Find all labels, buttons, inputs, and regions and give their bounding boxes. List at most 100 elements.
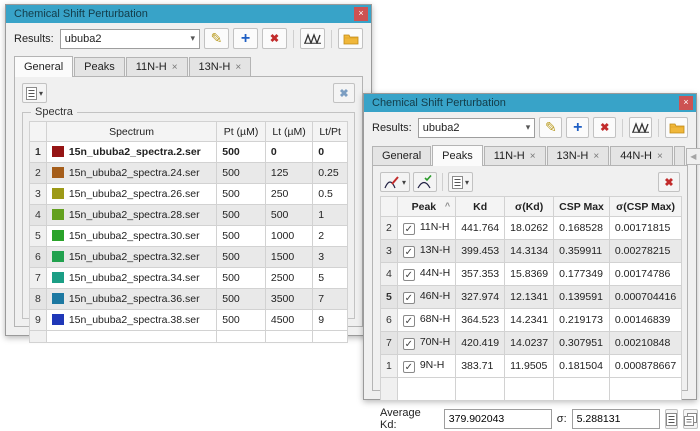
row-number[interactable]: 2 <box>30 163 47 184</box>
tab-close-icon[interactable]: × <box>657 151 663 162</box>
tab-46nh[interactable]: 46N <box>674 146 685 165</box>
cell-sigma-kd[interactable]: 15.8369 <box>505 263 554 286</box>
row-number-selected[interactable]: 5 <box>381 286 398 309</box>
table-row[interactable]: 6 15n_ububa2_spectra.32.ser 500 1500 3 <box>30 247 348 268</box>
cell-sigma-kd[interactable]: 18.0262 <box>505 217 554 240</box>
row-number-header[interactable] <box>30 122 47 142</box>
cell-spectrum[interactable]: 15n_ububa2_spectra.38.ser <box>46 310 216 331</box>
row-number-header[interactable] <box>381 197 398 217</box>
spectrum-color-swatch[interactable] <box>52 314 64 325</box>
spectrum-color-swatch[interactable] <box>52 230 64 241</box>
cell-sigma-kd[interactable]: 12.1341 <box>505 286 554 309</box>
cell-peak[interactable]: ✓46N-H <box>397 286 455 309</box>
cell-kd[interactable]: 364.523 <box>456 309 505 332</box>
table-row[interactable]: 5 15n_ububa2_spectra.30.ser 500 1000 2 <box>30 226 348 247</box>
window-close-button[interactable]: × <box>679 96 693 110</box>
cell-pt[interactable]: 500 <box>217 184 266 205</box>
chevron-down-icon[interactable]: ▾ <box>186 33 195 44</box>
chevron-down-icon[interactable]: ▾ <box>522 122 531 133</box>
tab-44nh[interactable]: 44N-H× <box>610 146 673 165</box>
cell-kd[interactable]: 420.419 <box>456 332 505 355</box>
cell-spectrum[interactable]: 15n_ububa2_spectra.28.ser <box>46 205 216 226</box>
cell-lt[interactable]: 500 <box>265 205 312 226</box>
tab-13nh[interactable]: 13N-H× <box>189 57 252 76</box>
cell-pt[interactable]: 500 <box>217 205 266 226</box>
table-row[interactable]: 3 15n_ububa2_spectra.26.ser 500 250 0.5 <box>30 184 348 205</box>
cell-spectrum[interactable]: 15n_ububa2_spectra.26.ser <box>46 184 216 205</box>
cell-pt[interactable]: 500 <box>217 142 266 163</box>
cell-kd[interactable]: 441.764 <box>456 217 505 240</box>
cell-spectrum[interactable]: 15n_ububa2_spectra.34.ser <box>46 268 216 289</box>
spectrum-color-swatch[interactable] <box>52 167 64 178</box>
row-number[interactable]: 4 <box>30 205 47 226</box>
results-combobox[interactable]: ububa2 ▾ <box>418 118 536 138</box>
cell-spectrum[interactable]: 15n_ububa2_spectra.36.ser <box>46 289 216 310</box>
cell-peak[interactable]: ✓70N-H <box>397 332 455 355</box>
window-close-button[interactable]: × <box>354 7 368 21</box>
cell-csp-max[interactable]: 0.359911 <box>554 240 610 263</box>
row-number[interactable]: 4 <box>381 263 398 286</box>
cell-pt[interactable]: 500 <box>217 226 266 247</box>
tab-scroll-left-button[interactable]: ◀ <box>686 148 700 165</box>
tab-11nh[interactable]: 11N-H× <box>126 57 188 76</box>
tab-general[interactable]: General <box>14 56 73 77</box>
row-number[interactable]: 6 <box>381 309 398 332</box>
cell-sigma-csp-max[interactable]: 0.00174786 <box>609 263 681 286</box>
cell-peak[interactable]: ✓44N-H <box>397 263 455 286</box>
cell-pt[interactable]: 500 <box>217 163 266 184</box>
cell-lt[interactable]: 0 <box>265 142 312 163</box>
cell-ltpt[interactable]: 9 <box>313 310 348 331</box>
list-options-button[interactable]: ▾ <box>448 172 473 192</box>
table-row[interactable]: 8 15n_ububa2_spectra.36.ser 500 3500 7 <box>30 289 348 310</box>
cell-pt[interactable]: 500 <box>217 310 266 331</box>
spectrum-color-swatch[interactable] <box>52 272 64 283</box>
spectrum-color-swatch[interactable] <box>52 293 64 304</box>
cell-sigma-csp-max[interactable]: 0.00171815 <box>609 217 681 240</box>
peak-checkbox[interactable]: ✓ <box>403 292 415 304</box>
spectrum-color-swatch[interactable] <box>52 251 64 262</box>
cell-ltpt[interactable]: 1 <box>313 205 348 226</box>
cell-peak[interactable]: ✓9N-H <box>397 355 455 378</box>
ltpt-column-header[interactable]: Lt/Pt <box>313 122 348 142</box>
cell-csp-max[interactable]: 0.168528 <box>554 217 610 240</box>
cell-csp-max[interactable]: 0.139591 <box>554 286 610 309</box>
cell-ltpt[interactable]: 0 <box>313 142 348 163</box>
cell-lt[interactable]: 1000 <box>265 226 312 247</box>
edit-result-button[interactable]: ✎ <box>204 28 229 49</box>
table-row[interactable]: 6 ✓68N-H 364.523 14.2341 0.219173 0.0014… <box>381 309 682 332</box>
cell-ltpt[interactable]: 5 <box>313 268 348 289</box>
cell-spectrum[interactable]: 15n_ububa2_spectra.30.ser <box>46 226 216 247</box>
row-number[interactable]: 7 <box>30 268 47 289</box>
spectrum-color-swatch[interactable] <box>52 209 64 220</box>
peak-checkbox[interactable]: ✓ <box>403 269 415 281</box>
sigma-kd-column-header[interactable]: σ(Kd) <box>505 197 554 217</box>
cell-sigma-csp-max[interactable]: 0.00210848 <box>609 332 681 355</box>
table-row[interactable]: 4 ✓44N-H 357.353 15.8369 0.177349 0.0017… <box>381 263 682 286</box>
cell-ltpt[interactable]: 0.5 <box>313 184 348 205</box>
kd-column-header[interactable]: Kd <box>456 197 505 217</box>
cell-sigma-kd[interactable]: 14.0237 <box>505 332 554 355</box>
results-combobox[interactable]: ububa2 ▾ <box>60 29 200 49</box>
spectrum-color-swatch[interactable] <box>52 188 64 199</box>
csp-max-column-header[interactable]: CSP Max <box>554 197 610 217</box>
cell-pt[interactable]: 500 <box>217 247 266 268</box>
tab-general[interactable]: General <box>372 146 431 165</box>
tab-close-icon[interactable]: × <box>593 151 599 162</box>
tab-11nh[interactable]: 11N-H× <box>484 146 546 165</box>
cell-ltpt[interactable]: 2 <box>313 226 348 247</box>
tab-close-icon[interactable]: × <box>235 62 241 73</box>
add-result-button[interactable]: + <box>566 117 589 138</box>
open-folder-button[interactable] <box>665 117 688 138</box>
row-number[interactable]: 1 <box>30 142 47 163</box>
pick-peaks-button[interactable]: ▾ <box>380 172 410 192</box>
cell-sigma-kd[interactable]: 14.3134 <box>505 240 554 263</box>
report-button[interactable] <box>665 409 678 429</box>
delete-peaks-button[interactable]: ✖ <box>658 172 680 192</box>
peak-checkbox[interactable]: ✓ <box>403 315 415 327</box>
table-row[interactable]: 4 15n_ububa2_spectra.28.ser 500 500 1 <box>30 205 348 226</box>
row-number[interactable]: 1 <box>381 355 398 378</box>
table-row selected-row[interactable]: 5 ✓46N-H 327.974 12.1341 0.139591 0.0007… <box>381 286 682 309</box>
peak-checkbox[interactable]: ✓ <box>403 246 415 258</box>
show-spectra-button[interactable] <box>629 117 652 138</box>
row-number[interactable]: 2 <box>381 217 398 240</box>
